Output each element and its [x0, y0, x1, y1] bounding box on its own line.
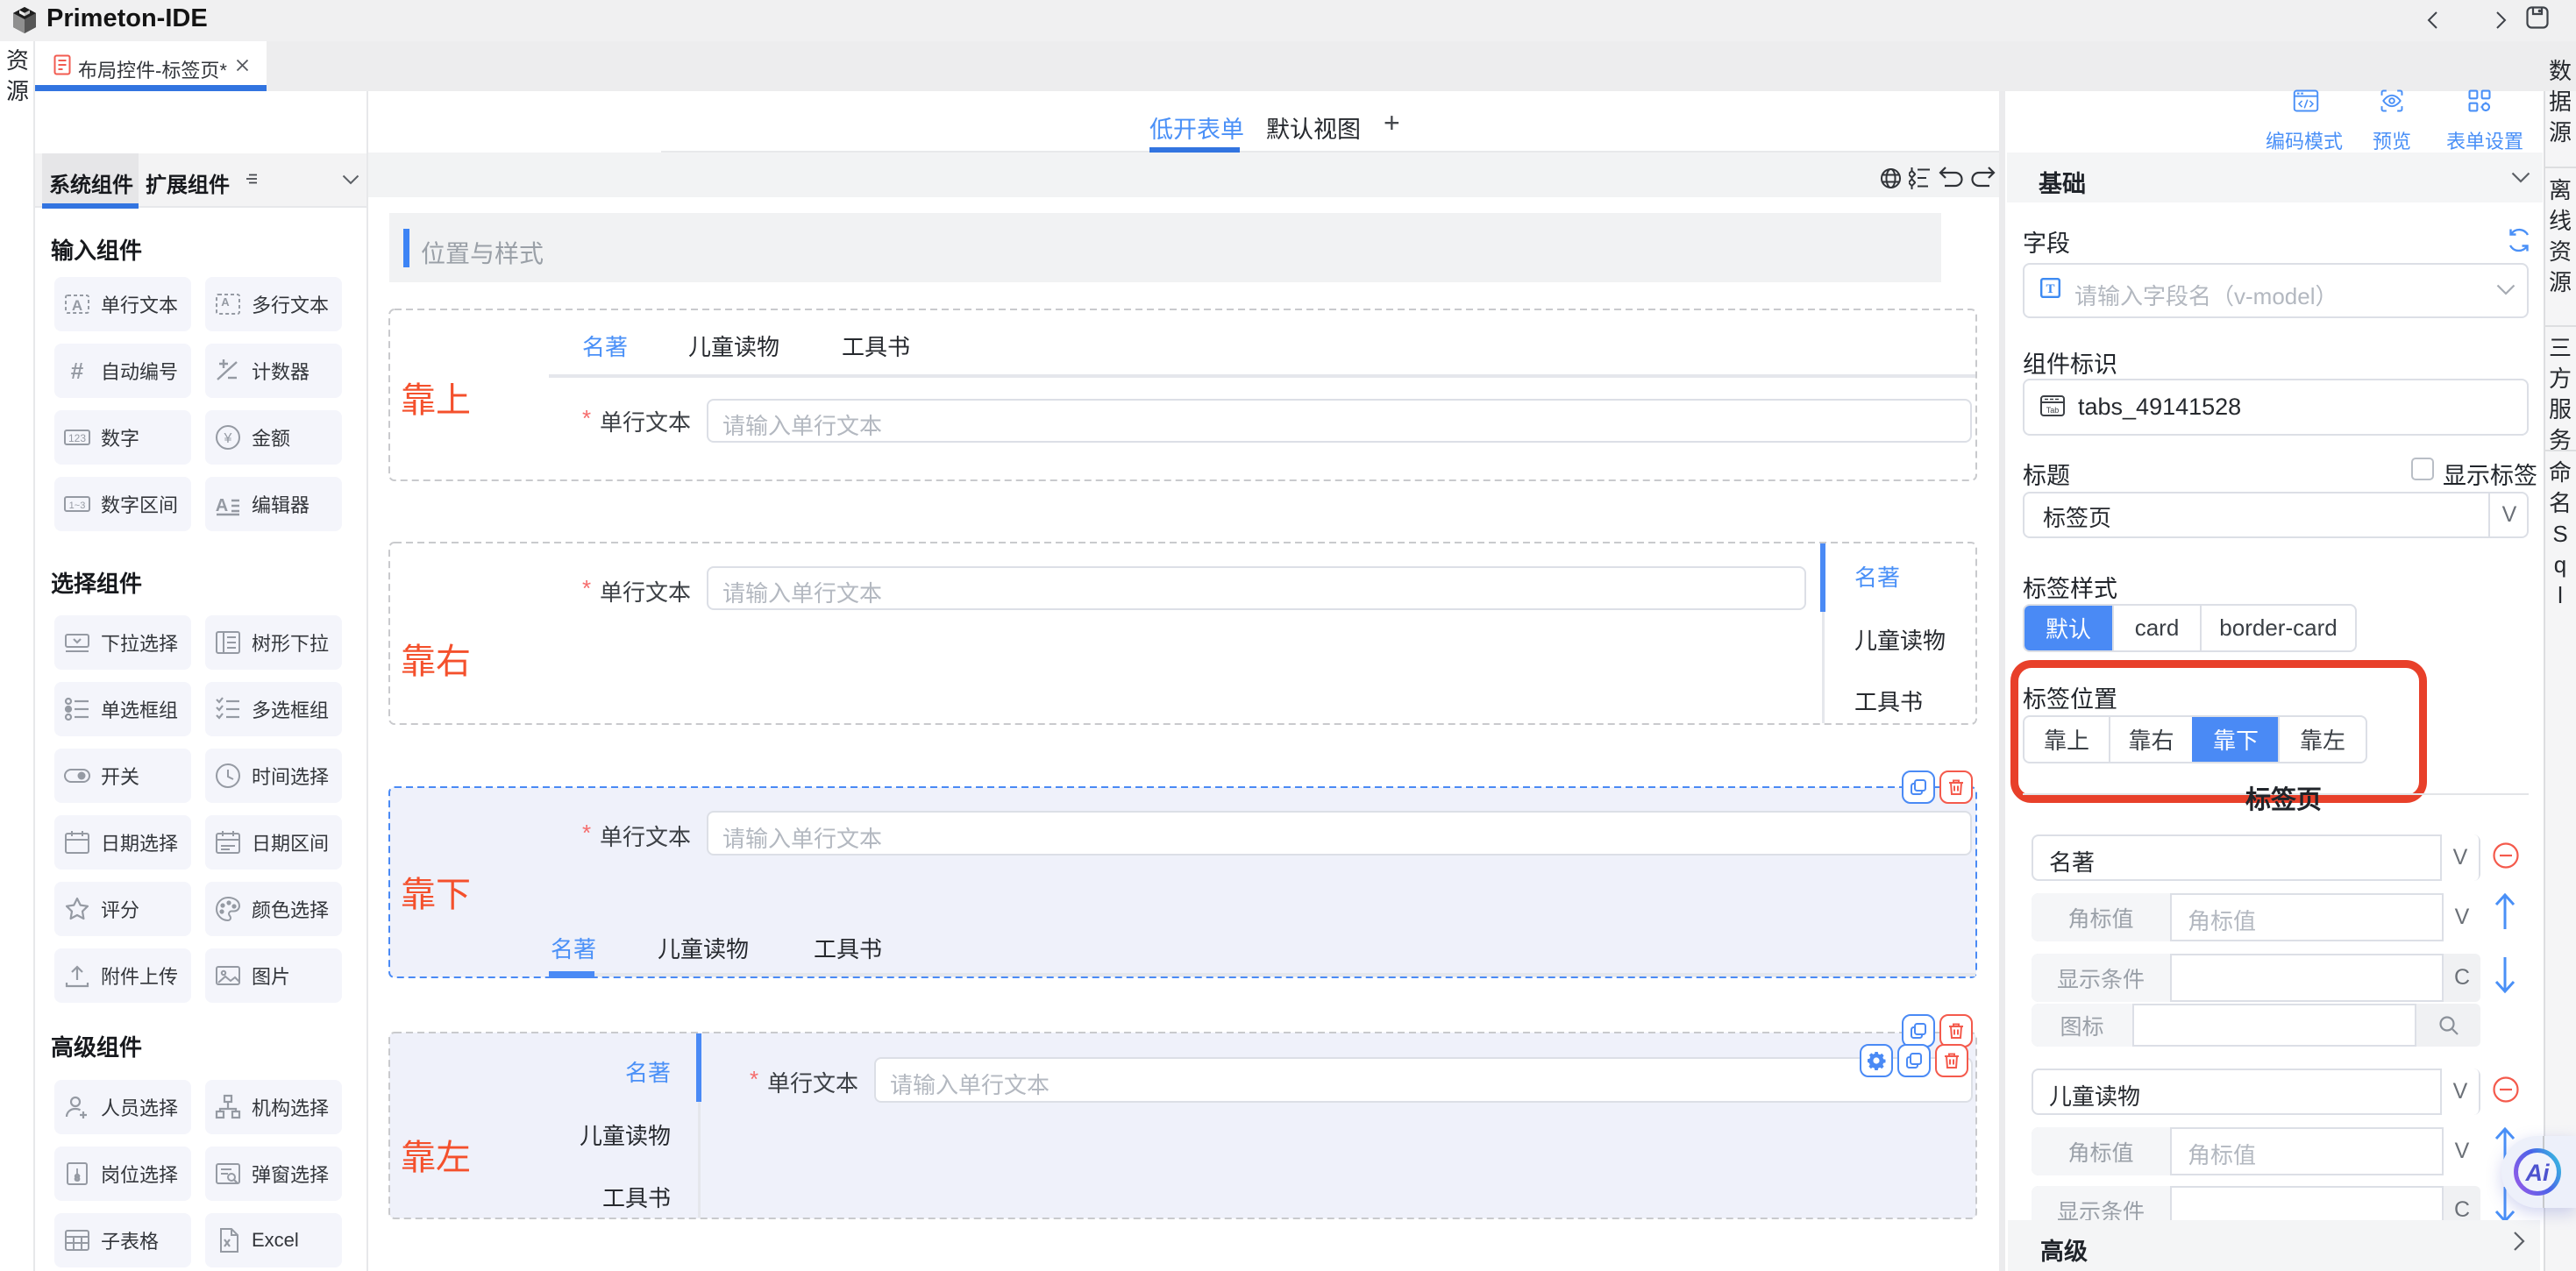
svg-text:¥: ¥ — [224, 431, 232, 446]
svg-text:8: 8 — [75, 1174, 80, 1183]
svg-text:1~3: 1~3 — [69, 501, 86, 511]
svg-text:T: T — [2046, 282, 2054, 296]
svg-text:#: # — [71, 358, 84, 384]
svg-text:123: 123 — [68, 432, 86, 444]
svg-text:A: A — [72, 297, 82, 314]
svg-text:Ai: Ai — [2525, 1160, 2550, 1186]
svg-text:A: A — [221, 295, 230, 309]
svg-text:Tab: Tab — [2046, 406, 2060, 415]
svg-text:A: A — [216, 496, 228, 515]
